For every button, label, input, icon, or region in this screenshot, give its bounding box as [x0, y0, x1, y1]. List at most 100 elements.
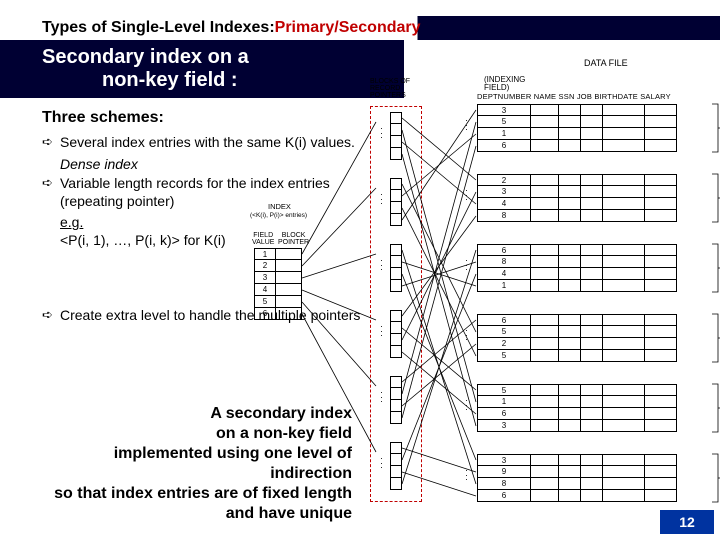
table-row: 3: [477, 104, 709, 116]
table-row: 6: [477, 244, 709, 256]
index-ptr: [276, 260, 302, 272]
index-table: 123456: [254, 248, 302, 320]
table-row: 9: [477, 466, 709, 478]
ellipsis-icon: · · ·: [380, 456, 382, 470]
index-key: 5: [254, 296, 276, 308]
data-block: 2348: [477, 174, 709, 222]
ellipsis-icon: · · ·: [380, 126, 382, 140]
dept-cell: 1: [477, 280, 531, 292]
table-row: 8: [477, 256, 709, 268]
ellipsis-icon: · · ·: [465, 188, 467, 202]
dept-cell: 5: [477, 116, 531, 128]
table-row: 5: [477, 116, 709, 128]
dept-cell: 8: [477, 256, 531, 268]
data-block: 6841: [477, 244, 709, 292]
dept-cell: 3: [477, 186, 531, 198]
pointer-block: [390, 442, 402, 490]
table-row: 6: [477, 408, 709, 420]
title-prefix: Types of Single-Level Indexes:: [42, 19, 275, 37]
bullet-arrow-icon: ➪: [42, 307, 60, 325]
index-ptr: [276, 248, 302, 260]
dept-cell: 5: [477, 326, 531, 338]
dept-cell: 8: [477, 478, 531, 490]
dept-cell: 5: [477, 384, 531, 396]
index-diagram: DATA FILE (INDEXING FIELD) DEPTNUMBER NA…: [252, 54, 720, 522]
title-secondary: Secondary: [339, 19, 421, 37]
dept-cell: 1: [477, 128, 531, 140]
index-key: 1: [254, 248, 276, 260]
table-row: 5: [477, 326, 709, 338]
ellipsis-icon: · · ·: [380, 192, 382, 206]
bullet-arrow-icon: ➪: [42, 175, 60, 210]
title-bar: Types of Single-Level Indexes: Primary /…: [0, 16, 720, 40]
block-pointer-label: BLOCK POINTER: [278, 232, 309, 246]
dept-cell: 6: [477, 244, 531, 256]
dept-cell: 3: [477, 104, 531, 116]
table-row: 4: [477, 268, 709, 280]
indexing-field-label: (INDEXING FIELD): [484, 76, 525, 92]
data-block: 3986: [477, 454, 709, 502]
bullet-arrow-icon: ➪: [42, 134, 60, 152]
data-block: 6525: [477, 314, 709, 362]
dept-cell: 2: [477, 338, 531, 350]
dept-cell: 4: [477, 198, 531, 210]
dept-cell: 6: [477, 408, 531, 420]
table-row: 6: [477, 140, 709, 152]
index-row: 2: [254, 260, 302, 272]
dept-cell: 3: [477, 420, 531, 432]
table-row: 2: [477, 338, 709, 350]
index-key: 3: [254, 272, 276, 284]
data-block: 5163: [477, 384, 709, 432]
table-row: 4: [477, 198, 709, 210]
data-file-label: DATA FILE: [584, 58, 628, 68]
dept-cell: 2: [477, 174, 531, 186]
index-ptr: [276, 308, 302, 320]
index-row: 1: [254, 248, 302, 260]
ellipsis-icon: · · ·: [380, 390, 382, 404]
field-value-label: FIELD VALUE: [252, 232, 274, 246]
pointer-block: [390, 244, 402, 292]
dept-cell: 4: [477, 268, 531, 280]
table-row: 5: [477, 384, 709, 396]
ellipsis-icon: · · ·: [465, 328, 467, 342]
table-row: 3: [477, 454, 709, 466]
data-header: DEPTNUMBER NAME SSN JOB BIRTHDATE SALARY: [477, 92, 671, 101]
index-row: 5: [254, 296, 302, 308]
pointer-block: [390, 178, 402, 226]
dept-cell: 6: [477, 314, 531, 326]
data-block: 3516: [477, 104, 709, 152]
table-row: 6: [477, 490, 709, 502]
dept-cell: 6: [477, 140, 531, 152]
table-row: 8: [477, 478, 709, 490]
ellipsis-icon: · · ·: [465, 398, 467, 412]
index-key: 2: [254, 260, 276, 272]
blocks-rec-ptr-label: BLOCKS OF RECORD POINTERS: [370, 78, 410, 99]
ellipsis-icon: · · ·: [465, 118, 467, 132]
table-row: 1: [477, 396, 709, 408]
index-row: 3: [254, 272, 302, 284]
dept-cell: 1: [477, 396, 531, 408]
index-ptr: [276, 296, 302, 308]
index-sub-label: (<K(i), P(i)> entries): [250, 212, 307, 219]
slide: Types of Single-Level Indexes: Primary /…: [0, 0, 720, 540]
index-label: INDEX: [268, 202, 291, 211]
dept-cell: 8: [477, 210, 531, 222]
dept-cell: 6: [477, 490, 531, 502]
table-row: 8: [477, 210, 709, 222]
pointer-block: [390, 310, 402, 358]
table-row: 5: [477, 350, 709, 362]
dept-cell: 3: [477, 454, 531, 466]
index-key: 6: [254, 308, 276, 320]
index-key: 4: [254, 284, 276, 296]
dept-cell: 9: [477, 466, 531, 478]
ellipsis-icon: · · ·: [380, 258, 382, 272]
ellipsis-icon: · · ·: [380, 324, 382, 338]
table-row: 1: [477, 280, 709, 292]
table-row: 1: [477, 128, 709, 140]
table-row: 3: [477, 186, 709, 198]
pointer-block: [390, 112, 402, 160]
dept-cell: 5: [477, 350, 531, 362]
index-row: 4: [254, 284, 302, 296]
title-primary: Primary: [275, 19, 335, 37]
index-ptr: [276, 284, 302, 296]
